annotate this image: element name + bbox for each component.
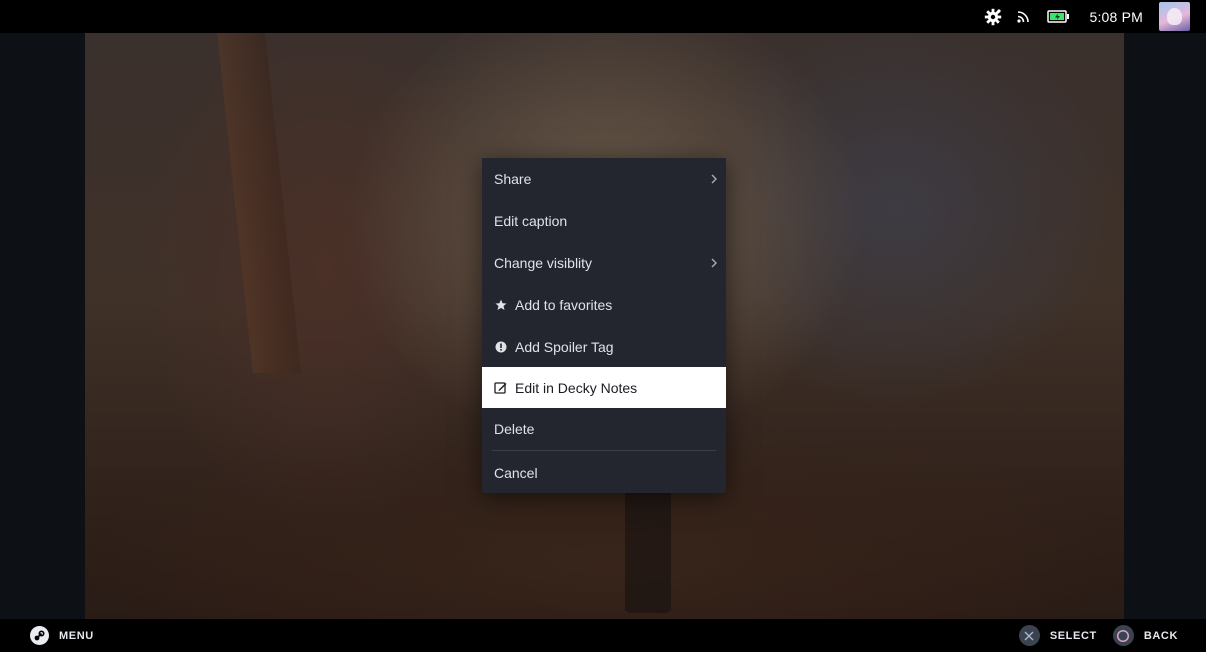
top-status-bar: 5:08 PM [0, 0, 1206, 33]
menu-item-label: Edit caption [494, 212, 568, 229]
battery-charging-icon [1047, 10, 1070, 23]
select-hint-label: SELECT [1049, 629, 1097, 642]
chevron-right-icon [711, 174, 717, 183]
context-menu: Share Edit caption Change visiblity Add … [482, 158, 726, 493]
menu-item-edit-in-decky-notes[interactable]: Edit in Decky Notes [482, 367, 726, 408]
bottom-controller-bar: MENU SELECT BACK [0, 619, 1206, 652]
menu-item-label: Share [494, 170, 532, 187]
menu-divider [492, 450, 716, 451]
menu-item-add-to-favorites[interactable]: Add to favorites [482, 284, 726, 325]
menu-item-label: Add to favorites [515, 296, 613, 313]
x-button-icon [1018, 625, 1040, 646]
menu-item-change-visibility[interactable]: Change visiblity [482, 242, 726, 283]
menu-item-label: Change visiblity [494, 254, 593, 271]
star-icon [494, 298, 507, 311]
wifi-signal-icon [1016, 10, 1030, 24]
menu-item-share[interactable]: Share [482, 158, 726, 199]
menu-item-edit-caption[interactable]: Edit caption [482, 200, 726, 241]
menu-item-label: Cancel [494, 464, 538, 481]
steam-button-icon [30, 626, 49, 645]
menu-item-add-spoiler-tag[interactable]: Add Spoiler Tag [482, 326, 726, 367]
clock-time: 5:08 PM [1089, 8, 1143, 25]
back-hint-label: BACK [1143, 629, 1178, 642]
menu-hint[interactable]: MENU [30, 626, 94, 645]
menu-item-delete[interactable]: Delete [482, 408, 726, 449]
settings-gear-icon[interactable] [984, 8, 1002, 26]
menu-item-label: Delete [494, 420, 535, 437]
menu-item-cancel[interactable]: Cancel [482, 452, 726, 493]
menu-item-label: Add Spoiler Tag [515, 338, 614, 355]
menu-hint-label: MENU [59, 629, 94, 642]
chevron-right-icon [711, 258, 717, 267]
controller-hints: SELECT BACK [1018, 625, 1178, 646]
edit-note-icon [494, 381, 507, 394]
circle-button-icon [1112, 625, 1134, 646]
menu-item-label: Edit in Decky Notes [515, 379, 638, 396]
user-avatar[interactable] [1159, 2, 1190, 31]
alert-circle-icon [494, 340, 507, 353]
image-tree-trunk [217, 33, 301, 373]
